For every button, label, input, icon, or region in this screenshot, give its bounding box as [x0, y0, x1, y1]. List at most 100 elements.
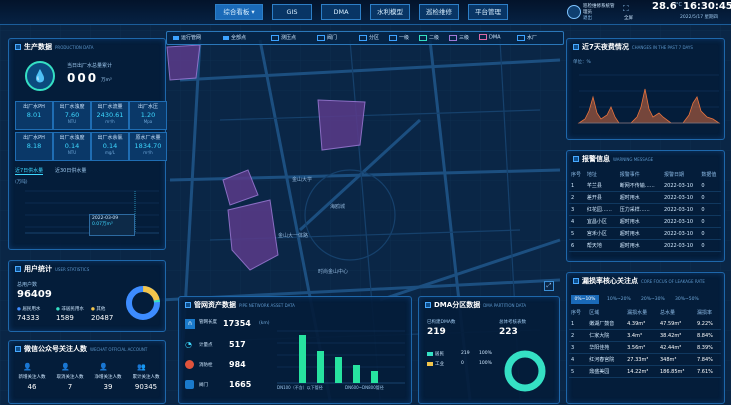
- layer-valves[interactable]: 阀门: [317, 34, 337, 41]
- user-donut-chart: [126, 286, 160, 320]
- user-stats-title: 用户统计 USER STATISTICS: [15, 264, 89, 274]
- changes-y-unit: 单位：%: [573, 60, 591, 65]
- nonresidential-icon: ●: [56, 307, 60, 312]
- alarm-table: 序号 地址 报警事件 报警日期 数据值 1 芊兰县 断网不传输…… 2022-03-10 0 2…: [569, 169, 721, 252]
- checkbox-icon: [173, 35, 179, 40]
- table-row[interactable]: 2 差开县 超时用水 2022-03-10 0: [569, 191, 721, 204]
- pipe-bar: [317, 351, 324, 383]
- table-row[interactable]: 4 红河春宫院 27.33m³ 348m³ 7.84%: [569, 353, 721, 366]
- wechat-new-label: 新增关注人数: [18, 375, 46, 380]
- layer-all-points[interactable]: 全部点: [223, 34, 246, 41]
- leakage-table: 序号 区域 漏损水量 总水量 漏损率 1 嫩湖厂鼓音 4.39m³ 47.59m³ 9.22% …: [569, 307, 721, 378]
- logout-link[interactable]: 退出: [583, 15, 592, 21]
- dma-donut-chart: [504, 350, 546, 392]
- layer-water-plant[interactable]: 水厂: [517, 34, 537, 41]
- changes-area-chart: [577, 74, 721, 124]
- metric-ph: 出厂水PH 8.01: [15, 101, 53, 130]
- meter-value: 517: [229, 340, 246, 349]
- pipe-x-label-1: DN100（不含）以下管径: [277, 385, 323, 390]
- clock-time: 16:30:45: [683, 1, 731, 12]
- pipe-title: 管网资产数据 PIPE NETWORK ASSET DATA: [185, 300, 295, 310]
- metric-chlorine: 出厂水余氯 0.14 mg/L: [91, 132, 129, 161]
- user-type-other: ● 其他: [91, 307, 106, 312]
- dma-built-value: 219: [427, 327, 446, 337]
- table-row[interactable]: 4 宜昌小区 超时用水 2022-03-10 0: [569, 215, 721, 228]
- leakage-tab-0-10[interactable]: 0%~10%: [571, 295, 599, 304]
- tab-7-days[interactable]: 近7日供水量: [15, 167, 44, 175]
- nonresidential-value: 1589: [56, 314, 74, 322]
- table-row[interactable]: 3 华阳佳苑 3.56m³ 42.44m³ 8.39%: [569, 341, 721, 354]
- temperature-unit: °C: [676, 2, 682, 8]
- map-expand-icon[interactable]: ⤢: [544, 281, 554, 291]
- dma-panel: DMA分区数据 DMA PARTITION DATA 已构建DMA数 219 总体…: [418, 296, 560, 404]
- wechat-panel: 微信公众号关注人数 WECHAT OFFICIAL ACCOUNT 👤 👤 👤 👥…: [8, 340, 166, 404]
- checkbox-icon: [517, 34, 525, 41]
- tab-30-days[interactable]: 近30日供水量: [55, 167, 86, 174]
- nav-dma[interactable]: DMA: [321, 4, 361, 20]
- table-row[interactable]: 1 芊兰县 断网不传输…… 2022-03-10 0: [569, 180, 721, 192]
- table-row[interactable]: 3 红花园…… 压力采样…… 2022-03-10 0: [569, 203, 721, 216]
- metric-turbidity: 出厂水浊度 7.60 NTU: [53, 101, 91, 130]
- nav-dashboard[interactable]: 综合看板 ▾: [215, 4, 263, 20]
- nav-inspection[interactable]: 巡检维修: [419, 4, 459, 20]
- dma-residential-pct: 100%: [479, 351, 492, 356]
- checkbox-icon: [419, 34, 427, 41]
- map-label: 时尚金山中心: [318, 269, 349, 275]
- other-value: 20487: [91, 314, 114, 322]
- dma-industrial-count: 0: [461, 361, 464, 366]
- meter-label: 计量点: [199, 343, 213, 348]
- table-row[interactable]: 1 嫩湖厂鼓音 4.39m³ 47.59m³ 9.22%: [569, 318, 721, 330]
- changes-area: [577, 88, 721, 124]
- user-type-residential: ● 居民用水: [17, 307, 41, 312]
- layer-pressure-points[interactable]: 测压点: [271, 34, 296, 41]
- dma-industrial-pct: 100%: [479, 361, 492, 366]
- layer-level2[interactable]: 二级: [419, 34, 439, 41]
- meter-icon: ◔: [185, 340, 192, 349]
- map-label: 海鸥城: [330, 204, 346, 210]
- layer-pipeline[interactable]: 运行管网: [173, 34, 201, 41]
- user-add-icon: 👤: [23, 363, 32, 371]
- checkbox-icon: [449, 34, 457, 41]
- valve-value: 1665: [229, 380, 252, 389]
- table-row[interactable]: 6 帮天地 超时用水 2022-03-10 0: [569, 239, 721, 252]
- user-type-nonresidential: ● 非居民用水: [56, 307, 84, 312]
- metric-raw-water: 原水厂水量 1834.70 m³/h: [129, 132, 167, 161]
- wechat-net-value: 39: [103, 383, 113, 391]
- dma-legend-residential: 居民: [427, 351, 444, 357]
- fullscreen-label[interactable]: 全屏: [624, 15, 633, 21]
- nav-platform[interactable]: 平台管理: [468, 4, 508, 20]
- pipe-length-icon: ∩: [185, 319, 195, 329]
- changes-panel: 近7天夜费情况 CHANGES IN THE PAST 7 DAYS 单位：%: [566, 38, 725, 140]
- layer-level1[interactable]: 一级: [389, 34, 409, 41]
- table-row[interactable]: 5 宫禾小区 超时用水 2022-03-10 0: [569, 227, 721, 240]
- users-total-icon: 👥: [137, 363, 146, 371]
- total-users-label: 总用户数: [17, 282, 38, 288]
- layer-zones[interactable]: 分区: [359, 34, 379, 41]
- nav-hydraulic-model[interactable]: 水利模型: [370, 4, 410, 20]
- checkbox-icon: [359, 34, 367, 41]
- layer-dma[interactable]: DMA: [479, 34, 501, 41]
- valve-icon: [185, 380, 194, 389]
- supply-chart: [25, 190, 159, 234]
- temperature: 28.6: [652, 1, 677, 12]
- wechat-cancel-value: 7: [67, 383, 73, 391]
- user-avatar-icon[interactable]: [567, 5, 581, 19]
- hydrant-label: 消防栓: [199, 363, 213, 368]
- layer-level3[interactable]: 三级: [449, 34, 469, 41]
- table-row[interactable]: 2 仁家大院 3.4m³ 38.42m³ 8.84%: [569, 329, 721, 342]
- checkbox-icon: [479, 34, 487, 40]
- fullscreen-icon[interactable]: ⛶: [623, 4, 629, 14]
- nav-gis[interactable]: GIS: [272, 4, 312, 20]
- user-remove-icon: 👤: [61, 363, 70, 371]
- wechat-net-label: 净增关注人数: [94, 375, 122, 380]
- daily-total-unit: 万m³: [101, 78, 112, 83]
- table-row[interactable]: 5 鼎盛美园 14.22m³ 186.85m³ 7.61%: [569, 365, 721, 378]
- leakage-tab-20-30[interactable]: 20%~30%: [641, 295, 665, 304]
- checkbox-icon: [223, 35, 229, 40]
- alarm-panel: 报警信息 WARNING MESSAGE 序号 地址 报警事件 报警日期 数据值 1 芊兰县…: [566, 150, 725, 262]
- map-label: 金山大一体路: [278, 233, 309, 239]
- leakage-tab-10-20[interactable]: 10%~20%: [607, 295, 631, 304]
- leakage-tab-30-50[interactable]: 30%~50%: [675, 295, 699, 304]
- other-icon: ●: [91, 307, 95, 312]
- hydrant-value: 984: [229, 360, 246, 369]
